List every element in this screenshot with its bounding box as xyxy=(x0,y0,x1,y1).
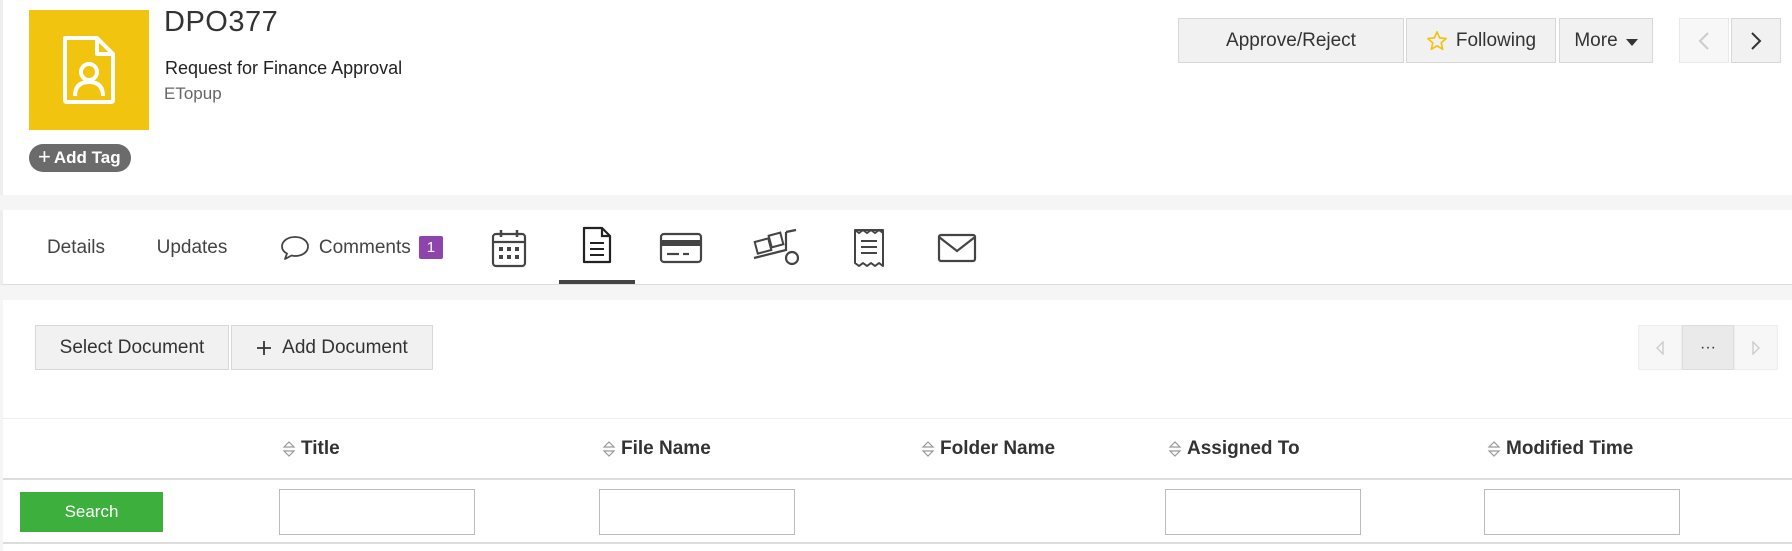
add-tag-button[interactable]: + Add Tag xyxy=(29,144,131,172)
column-header-assigned-to[interactable]: Assigned To xyxy=(1168,419,1300,479)
search-button[interactable]: Search xyxy=(20,492,163,532)
select-document-button[interactable]: Select Document xyxy=(35,325,229,370)
chevron-right-icon xyxy=(1751,31,1762,50)
calendar-icon xyxy=(491,229,527,267)
sort-icon xyxy=(921,441,935,457)
triangle-left-icon xyxy=(1656,340,1664,355)
column-header-title[interactable]: Title xyxy=(282,419,340,479)
approve-reject-label: Approve/Reject xyxy=(1226,29,1356,51)
column-folder-name-label: Folder Name xyxy=(940,438,1056,459)
previous-record-button[interactable] xyxy=(1679,18,1729,63)
tab-details-label: Details xyxy=(46,236,106,258)
sort-icon xyxy=(1168,441,1182,457)
triangle-right-icon xyxy=(1752,340,1760,355)
title-filter-input[interactable] xyxy=(279,489,475,535)
tab-email[interactable] xyxy=(919,210,995,285)
pager-dots-label: ··· xyxy=(1700,338,1716,356)
comments-count-badge: 1 xyxy=(418,236,444,259)
tab-updates-label: Updates xyxy=(156,236,228,258)
modified-time-filter-input[interactable] xyxy=(1484,489,1680,535)
sort-icon xyxy=(602,441,616,457)
delivery-icon xyxy=(753,228,800,265)
pager-previous-button[interactable] xyxy=(1638,325,1682,370)
record-id: DPO377 xyxy=(164,6,279,38)
credit-card-icon xyxy=(659,232,703,263)
tab-comments-label: Comments xyxy=(318,236,411,258)
add-document-button[interactable]: Add Document xyxy=(231,325,433,370)
record-header: DPO377 Request for Finance Approval ETop… xyxy=(0,0,1792,195)
plus-icon: + xyxy=(38,144,51,169)
search-button-label: Search xyxy=(64,502,119,521)
more-button[interactable]: More xyxy=(1559,18,1653,63)
column-header-file-name[interactable]: File Name xyxy=(602,419,711,479)
file-name-filter-input[interactable] xyxy=(599,489,795,535)
pager-next-button[interactable] xyxy=(1734,325,1778,370)
tab-delivery[interactable] xyxy=(739,210,815,285)
column-modified-time-label: Modified Time xyxy=(1506,438,1634,459)
comment-icon xyxy=(280,235,309,260)
assigned-to-filter-input[interactable] xyxy=(1165,489,1361,535)
pager-more-button[interactable]: ··· xyxy=(1682,325,1734,370)
more-label: More xyxy=(1574,29,1618,51)
tab-updates[interactable]: Updates xyxy=(151,210,233,285)
documents-panel: Select Document Add Document ··· Title F… xyxy=(3,300,1792,551)
sort-icon xyxy=(1487,441,1501,457)
record-tabs: Details Updates Comments 1 xyxy=(0,210,1792,285)
record-subtitle: Request for Finance Approval xyxy=(165,58,403,78)
receipt-icon xyxy=(854,228,884,267)
documents-table-header: Title File Name Folder Name Assigned To … xyxy=(3,418,1792,480)
tab-payments[interactable] xyxy=(643,210,719,285)
column-title-label: Title xyxy=(301,438,340,459)
table-filter-row: Search xyxy=(3,480,1792,544)
tab-details[interactable]: Details xyxy=(41,210,111,285)
tab-comments[interactable]: Comments 1 xyxy=(273,210,449,285)
chevron-left-icon xyxy=(1698,31,1709,50)
following-button[interactable]: Following xyxy=(1406,18,1556,63)
column-assigned-to-label: Assigned To xyxy=(1187,438,1300,459)
document-icon xyxy=(582,226,612,264)
tab-calendar[interactable] xyxy=(471,210,547,285)
following-label: Following xyxy=(1455,29,1537,51)
column-header-folder-name[interactable]: Folder Name xyxy=(921,419,1055,479)
star-icon xyxy=(1426,30,1447,50)
plus-icon xyxy=(257,340,272,355)
approve-reject-button[interactable]: Approve/Reject xyxy=(1178,18,1404,63)
add-document-label: Add Document xyxy=(282,336,408,358)
tab-receipts[interactable] xyxy=(831,210,907,285)
record-logo xyxy=(29,10,149,130)
column-header-modified-time[interactable]: Modified Time xyxy=(1487,419,1633,479)
column-file-name-label: File Name xyxy=(621,438,711,459)
record-org[interactable]: ETopup xyxy=(164,84,222,104)
document-user-icon xyxy=(63,36,115,104)
mail-icon xyxy=(937,233,977,262)
select-document-label: Select Document xyxy=(59,336,205,358)
caret-down-icon xyxy=(1625,38,1638,46)
sort-icon xyxy=(282,441,296,457)
tab-documents[interactable] xyxy=(559,210,635,284)
add-tag-label: Add Tag xyxy=(53,148,121,167)
next-record-button[interactable] xyxy=(1731,18,1781,63)
